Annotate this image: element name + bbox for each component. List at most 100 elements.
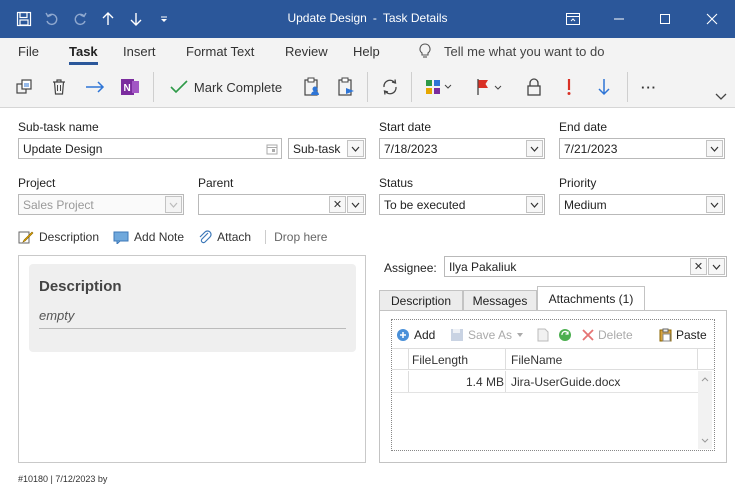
mark-complete-button[interactable]: Mark Complete <box>164 74 288 100</box>
subtask-name-label: Sub-task name <box>18 120 99 134</box>
parent-label: Parent <box>198 176 234 190</box>
refresh-icon[interactable] <box>558 328 572 342</box>
categorize-icon[interactable] <box>421 74 457 100</box>
chevron-down-icon[interactable] <box>706 140 723 157</box>
assign-task-icon[interactable] <box>300 74 324 100</box>
delete-attachment-button[interactable]: Delete <box>582 328 633 342</box>
assignee-select[interactable]: Ilya Pakaliuk ✕ <box>444 256 727 277</box>
tab-review[interactable]: Review <box>285 44 328 59</box>
onenote-icon[interactable]: N <box>117 74 143 100</box>
mark-complete-label: Mark Complete <box>193 79 283 95</box>
priority-select[interactable]: Medium <box>559 194 725 215</box>
title-bar: Update Design - Task Details <box>0 0 735 38</box>
tab-insert[interactable]: Insert <box>123 44 156 59</box>
chevron-down-icon[interactable] <box>347 196 364 213</box>
tab-file[interactable]: File <box>18 44 39 59</box>
paste-attachment-button[interactable]: Paste <box>659 328 707 342</box>
drop-here-label: Drop here <box>274 230 328 244</box>
ribbon-display-icon[interactable] <box>550 0 596 38</box>
paperclip-icon <box>199 230 212 244</box>
more-options-button[interactable]: ··· <box>636 74 662 100</box>
chevron-down-icon <box>517 333 524 337</box>
grid-header: FileLength FileName <box>392 348 714 370</box>
description-card[interactable]: Description empty <box>29 264 356 352</box>
grid-divider <box>697 349 698 369</box>
add-note-label: Add Note <box>134 230 185 244</box>
description-actions: Description Add Note Attach Drop here <box>18 230 341 244</box>
parent-select[interactable]: ✕ <box>198 194 366 215</box>
status-select[interactable]: To be executed <box>379 194 545 215</box>
follow-up-flag-icon[interactable] <box>471 74 507 100</box>
assignee-value: Ilya Pakaliuk <box>449 260 517 274</box>
clear-assignee-icon[interactable]: ✕ <box>690 258 707 275</box>
window-title-main: Update Design <box>287 11 367 25</box>
copy-task-icon[interactable] <box>12 74 36 100</box>
collapse-ribbon-icon[interactable] <box>712 90 730 104</box>
status-value: To be executed <box>384 198 466 212</box>
minimize-icon[interactable] <box>596 0 642 38</box>
chevron-down-icon[interactable] <box>526 196 543 213</box>
start-date-label: Start date <box>379 120 432 134</box>
chevron-down-icon[interactable] <box>708 258 725 275</box>
priority-value: Medium <box>564 198 607 212</box>
tab-format-text[interactable]: Format Text <box>186 44 254 59</box>
tab-help[interactable]: Help <box>353 44 380 59</box>
close-icon[interactable] <box>689 0 735 38</box>
window-title-separator: - <box>372 11 377 25</box>
add-note-action[interactable]: Add Note <box>113 230 184 244</box>
scroll-down-icon[interactable] <box>698 435 712 447</box>
maximize-icon[interactable] <box>642 0 688 38</box>
add-circle-icon <box>397 329 409 341</box>
high-importance-icon[interactable] <box>557 74 581 100</box>
description-value: empty <box>39 308 75 323</box>
start-date-picker[interactable]: 7/18/2023 <box>379 138 545 159</box>
task-type-value: Sub-task <box>293 142 341 156</box>
tab-task[interactable]: Task <box>69 44 98 65</box>
low-importance-icon[interactable] <box>592 74 616 100</box>
description-action[interactable]: Description <box>18 230 99 244</box>
column-header-filename[interactable]: FileName <box>511 353 562 367</box>
ribbon-separator <box>411 72 412 102</box>
column-header-filelength[interactable]: FileLength <box>412 353 468 367</box>
add-attachment-button[interactable]: Add <box>396 328 435 342</box>
clear-parent-icon[interactable]: ✕ <box>329 196 346 213</box>
checkmark-icon <box>170 80 188 94</box>
end-date-picker[interactable]: 7/21/2023 <box>559 138 725 159</box>
forward-arrow-icon[interactable] <box>82 74 108 100</box>
save-as-button[interactable]: Save As <box>450 328 524 342</box>
open-file-icon[interactable] <box>537 328 549 342</box>
recurrence-icon[interactable] <box>378 74 402 100</box>
grid-divider <box>408 371 409 392</box>
attach-action[interactable]: Attach <box>198 230 251 244</box>
ribbon-toolbar: N Mark Complete ··· <box>0 66 735 108</box>
tab-attachments[interactable]: Attachments (1) <box>537 286 645 311</box>
cell-filelength: 1.4 MB <box>465 375 504 389</box>
chevron-down-icon <box>165 196 182 213</box>
paste-attachment-label: Paste <box>676 328 707 342</box>
tell-me-search[interactable]: Tell me what you want to do <box>418 43 604 59</box>
subtask-name-input[interactable]: Update Design <box>18 138 282 159</box>
send-status-report-icon[interactable] <box>334 74 358 100</box>
save-as-label: Save As <box>468 328 513 342</box>
delete-trash-icon[interactable] <box>47 74 71 100</box>
chevron-down-icon[interactable] <box>526 140 543 157</box>
drop-here-zone[interactable]: Drop here <box>274 230 327 244</box>
scroll-up-icon[interactable] <box>698 373 712 385</box>
tab-description[interactable]: Description <box>379 290 463 311</box>
private-lock-icon[interactable] <box>522 74 546 100</box>
table-row[interactable]: 1.4 MB Jira-UserGuide.docx <box>392 371 698 393</box>
vertical-scrollbar[interactable] <box>698 371 712 449</box>
pencil-icon <box>18 231 34 244</box>
attach-label: Attach <box>217 230 252 244</box>
window-title-sub: Task Details <box>382 11 448 25</box>
project-select: Sales Project <box>18 194 184 215</box>
description-panel[interactable]: Description empty <box>18 255 366 463</box>
chevron-down-icon[interactable] <box>706 196 723 213</box>
ribbon-separator <box>367 72 368 102</box>
action-separator <box>265 230 267 244</box>
tab-messages[interactable]: Messages <box>463 290 537 311</box>
chevron-down-icon[interactable] <box>347 140 364 157</box>
close-icon <box>582 329 594 341</box>
task-type-select[interactable]: Sub-task <box>288 138 366 159</box>
calendar-picker-icon[interactable] <box>263 140 280 157</box>
